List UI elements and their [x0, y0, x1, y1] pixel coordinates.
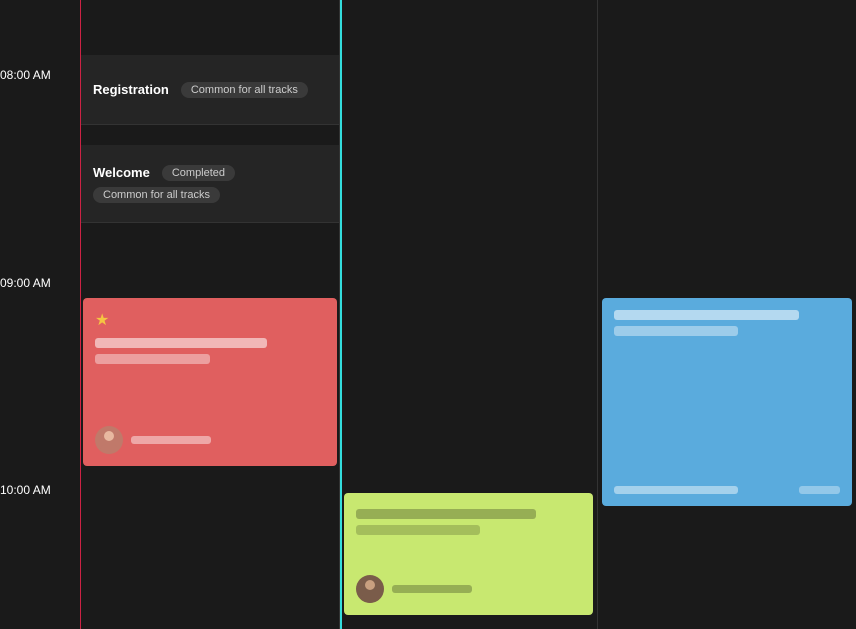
schedule-container: 08:00 AM 09:00 AM 10:00 AM Registration … [0, 0, 856, 629]
green-title-line1 [356, 509, 537, 519]
red-title-line2 [95, 354, 210, 364]
grid-area: Registration Common for all tracks Welco… [80, 0, 856, 629]
red-card-avatar [95, 426, 123, 454]
welcome-session: Welcome Completed Common for all tracks [81, 145, 339, 223]
time-label-8am: 08:00 AM [0, 68, 51, 82]
star-icon: ★ [95, 310, 109, 330]
time-label-10am: 10:00 AM [0, 483, 51, 497]
welcome-title: Welcome [93, 165, 150, 180]
time-label-9am: 09:00 AM [0, 276, 51, 290]
time-column: 08:00 AM 09:00 AM 10:00 AM [0, 0, 80, 629]
registration-title: Registration [93, 82, 169, 97]
completed-badge: Completed [162, 165, 235, 181]
red-event-card[interactable]: ★ [83, 298, 337, 466]
blue-footer-line [614, 486, 738, 494]
track-column-2 [339, 0, 598, 629]
blue-title-line2 [614, 326, 738, 336]
red-card-speaker-name [131, 436, 211, 444]
teal-line [340, 0, 342, 629]
green-event-card[interactable] [344, 493, 594, 615]
registration-session: Registration Common for all tracks [81, 55, 339, 125]
green-card-speaker-name [392, 585, 472, 593]
green-card-avatar [356, 575, 384, 603]
red-card-avatar-row [95, 426, 211, 454]
track-column-1: Registration Common for all tracks Welco… [80, 0, 339, 629]
green-card-avatar-row [356, 575, 472, 603]
red-title-line1 [95, 338, 267, 348]
track-column-3 [597, 0, 856, 629]
welcome-common-badge: Common for all tracks [93, 187, 220, 203]
green-title-line2 [356, 525, 480, 535]
registration-badge: Common for all tracks [181, 82, 308, 98]
blue-title-line1 [614, 310, 799, 320]
blue-footer-small [799, 486, 840, 494]
blue-event-card[interactable] [602, 298, 852, 506]
